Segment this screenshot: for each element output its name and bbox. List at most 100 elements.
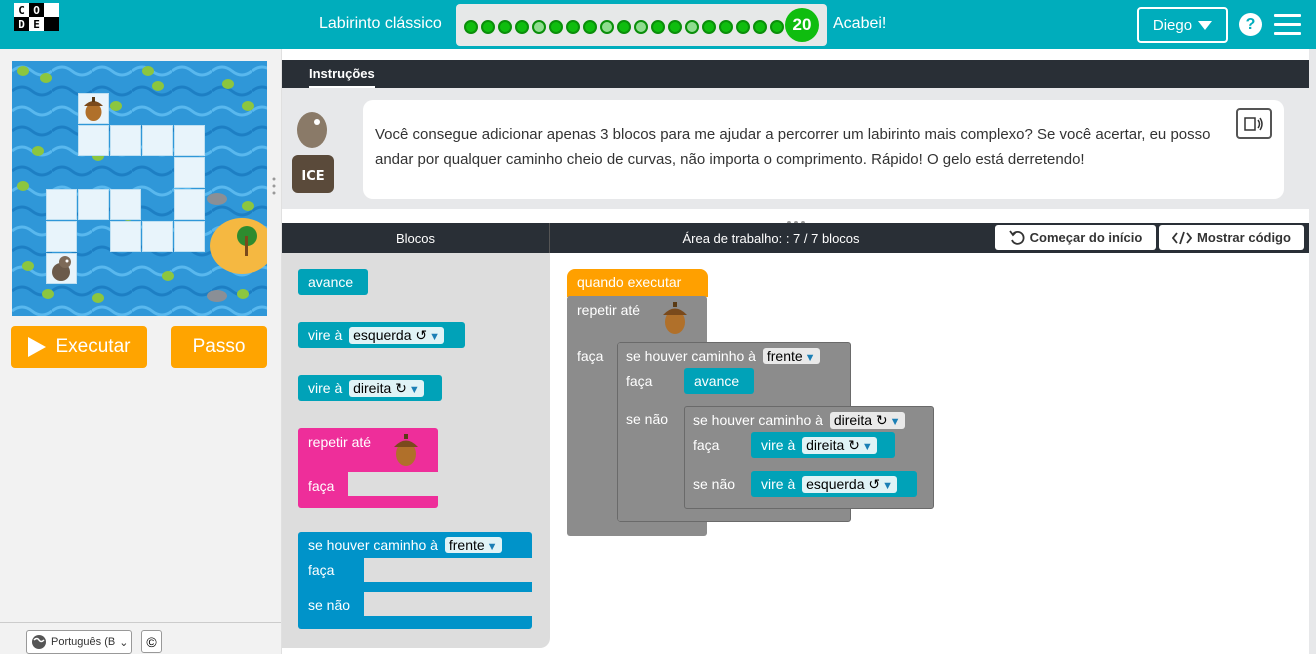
- show-code-button[interactable]: Mostrar código: [1159, 225, 1304, 250]
- do-label: faça: [308, 562, 335, 578]
- dropdown-arrow-icon: ▼: [486, 541, 498, 553]
- progress-dot[interactable]: [583, 20, 597, 34]
- dropdown-arrow-icon: ▼: [861, 441, 873, 453]
- code-icon: [1172, 231, 1193, 244]
- copyright-button[interactable]: ©: [141, 630, 162, 653]
- else-label: se não: [693, 476, 736, 492]
- help-icon[interactable]: ?: [1239, 13, 1262, 36]
- turn-label: vire à: [761, 476, 796, 492]
- block-label: vire à direita ↻ ▼: [761, 437, 877, 454]
- logo-letter: E: [29, 17, 44, 31]
- when-run-block[interactable]: quando executar: [567, 269, 708, 297]
- logo-letter: D: [14, 17, 29, 31]
- restart-button-label: Começar do início: [1029, 230, 1143, 245]
- progress-dot[interactable]: [651, 20, 665, 34]
- finish-link[interactable]: Acabei!: [833, 15, 886, 33]
- restart-button[interactable]: Começar do início: [995, 225, 1156, 250]
- progress-dot[interactable]: [719, 20, 733, 34]
- scrat-character-icon: ICE: [292, 112, 334, 193]
- path-direction-dropdown[interactable]: frente ▼: [444, 537, 502, 553]
- progress-dot[interactable]: [549, 20, 563, 34]
- goal-tile: [78, 93, 109, 124]
- if-path-label: se houver caminho à: [308, 537, 438, 553]
- direction-dropdown[interactable]: direita ↻ ▼: [349, 380, 424, 397]
- turn-label: vire à: [761, 437, 796, 453]
- progress-dot[interactable]: [532, 20, 546, 34]
- chevron-down-icon: ⌄: [119, 636, 129, 649]
- direction-dropdown[interactable]: esquerda ↺ ▼: [349, 327, 445, 344]
- run-button-label: Executar: [55, 336, 131, 357]
- block-label: vire à esquerda ↺ ▼: [308, 327, 445, 344]
- move-forward-block[interactable]: avance: [684, 368, 754, 394]
- turn-right-block[interactable]: vire à direita ↻ ▼: [298, 375, 442, 401]
- language-select[interactable]: Português (B ⌄: [26, 630, 132, 654]
- dropdown-arrow-icon: ▼: [804, 352, 816, 364]
- dropdown-value: direita ↻: [353, 380, 407, 396]
- vertical-resize-handle-icon[interactable]: [786, 213, 806, 225]
- move-forward-block[interactable]: avance: [298, 269, 368, 295]
- path-direction-dropdown[interactable]: direita ↻ ▼: [829, 412, 905, 429]
- turn-label: vire à: [308, 327, 343, 343]
- else-label: se não: [308, 597, 351, 613]
- workspace-title: Área de trabalho: : 7 / 7 blocos: [682, 230, 860, 246]
- logo-letter: O: [29, 3, 44, 17]
- turn-left-block[interactable]: vire à esquerda ↺ ▼: [298, 322, 465, 348]
- header-bar: C O D E Labirinto clássico 20 Acabei! Di…: [0, 0, 1316, 49]
- turn-right-block[interactable]: vire à direita ↻ ▼: [751, 432, 895, 458]
- progress-dot[interactable]: [481, 20, 495, 34]
- block-label: se houver caminho à frente ▼: [308, 537, 502, 553]
- progress-dot[interactable]: [566, 20, 580, 34]
- do-label: faça: [577, 348, 604, 364]
- workspace-canvas[interactable]: quando executar repetir até faça se houv…: [550, 253, 1309, 648]
- hamburger-menu-icon[interactable]: [1274, 14, 1301, 36]
- text-to-speech-button[interactable]: [1236, 108, 1272, 139]
- logo-letter: C: [14, 3, 29, 17]
- resize-handle-icon[interactable]: [272, 176, 276, 196]
- user-menu-button[interactable]: Diego: [1137, 7, 1228, 43]
- progress-dot[interactable]: [617, 20, 631, 34]
- step-button-label: Passo: [192, 336, 246, 357]
- globe-icon: [32, 635, 46, 649]
- do-label: faça: [626, 373, 653, 389]
- progress-dot[interactable]: [668, 20, 682, 34]
- page-scrollbar[interactable]: [1309, 49, 1316, 654]
- if-path-else-block[interactable]: se houver caminho à frente ▼ faça se não: [298, 532, 532, 629]
- tab-instructions[interactable]: Instruções: [309, 66, 375, 88]
- if-path-label: se houver caminho à: [626, 348, 756, 364]
- progress-dot[interactable]: [753, 20, 767, 34]
- current-level-badge[interactable]: 20: [785, 8, 819, 42]
- logo-letter: [44, 17, 59, 31]
- progress-dot[interactable]: [770, 20, 784, 34]
- workspace-header: Blocos Área de trabalho: : 7 / 7 blocos …: [282, 223, 1309, 253]
- block-label: quando executar: [577, 274, 682, 290]
- instruction-bubble: Você consegue adicionar apenas 3 blocos …: [363, 100, 1284, 199]
- progress-dot[interactable]: [634, 20, 648, 34]
- dropdown-arrow-icon: ▼: [889, 416, 901, 428]
- dropdown-arrow-icon: ▼: [408, 384, 420, 396]
- direction-dropdown[interactable]: direita ↻ ▼: [802, 437, 877, 454]
- squirrel-avatar-icon: [52, 256, 71, 281]
- restart-icon: [1008, 229, 1025, 245]
- toolbox-flyout: avance vire à esquerda ↺ ▼ vire à direita…: [282, 253, 550, 648]
- path-direction-dropdown[interactable]: frente ▼: [762, 348, 820, 364]
- progress-dot[interactable]: [498, 20, 512, 34]
- direction-dropdown[interactable]: esquerda ↺ ▼: [802, 476, 898, 493]
- progress-dot[interactable]: [600, 20, 614, 34]
- block-label: repetir até: [577, 302, 641, 318]
- progress-dot[interactable]: [464, 20, 478, 34]
- progress-dot[interactable]: [736, 20, 750, 34]
- step-button[interactable]: Passo: [171, 326, 267, 368]
- progress-dot[interactable]: [515, 20, 529, 34]
- start-tile: [46, 253, 77, 284]
- level-progress: 20: [456, 4, 827, 46]
- dropdown-value: frente: [448, 537, 485, 553]
- block-label: vire à esquerda ↺ ▼: [761, 476, 898, 493]
- level-title[interactable]: Labirinto clássico: [319, 15, 442, 33]
- progress-dot[interactable]: [685, 20, 699, 34]
- progress-dot[interactable]: [702, 20, 716, 34]
- turn-left-block[interactable]: vire à esquerda ↺ ▼: [751, 471, 917, 497]
- repeat-until-block[interactable]: repetir até faça: [298, 428, 438, 508]
- code-org-logo[interactable]: C O D E: [14, 3, 59, 46]
- if-path-label: se houver caminho à: [693, 412, 823, 428]
- run-button[interactable]: Executar: [11, 326, 147, 368]
